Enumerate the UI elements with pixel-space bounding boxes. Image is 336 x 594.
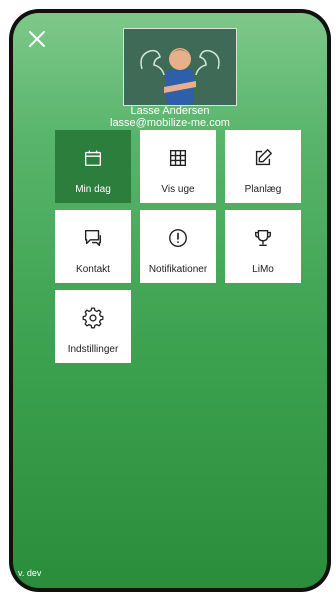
chat-icon	[84, 229, 102, 247]
version-label: v. dev	[18, 568, 42, 578]
menu-tile-notifikationer[interactable]: Notifikationer	[140, 210, 216, 283]
menu-tile-planlaeg[interactable]: Planlæg	[225, 130, 301, 203]
edit-icon	[255, 149, 272, 166]
menu-tile-label: Min dag	[75, 184, 111, 195]
menu-screen: Lasse Andersen lasse@mobilize-me.com Min…	[13, 13, 327, 588]
menu-tile-vis-uge[interactable]: Vis uge	[140, 130, 216, 203]
user-email: lasse@mobilize-me.com	[110, 117, 230, 129]
avatar	[123, 28, 237, 106]
gear-icon	[82, 307, 104, 329]
menu-tile-label: Kontakt	[76, 264, 110, 275]
menu-tile-limo[interactable]: LiMo	[225, 210, 301, 283]
menu-tile-label: Planlæg	[244, 184, 282, 195]
menu-tile-label: Indstillinger	[67, 344, 119, 355]
close-icon[interactable]	[25, 27, 49, 51]
menu-tile-indstillinger[interactable]: Indstillinger	[55, 290, 131, 363]
menu-tile-kontakt[interactable]: Kontakt	[55, 210, 131, 283]
grid-icon	[169, 149, 187, 167]
calendar-icon	[84, 150, 102, 167]
menu-tile-label: Notifikationer	[148, 264, 208, 275]
menu-tile-label: LiMo	[252, 264, 274, 275]
trophy-icon	[254, 229, 272, 247]
avatar-image	[124, 29, 236, 105]
menu-tile-label: Vis uge	[161, 184, 195, 195]
alert-icon	[169, 229, 187, 247]
device-frame: Lasse Andersen lasse@mobilize-me.com Min…	[9, 9, 331, 592]
menu-tile-min-dag[interactable]: Min dag	[55, 130, 131, 203]
